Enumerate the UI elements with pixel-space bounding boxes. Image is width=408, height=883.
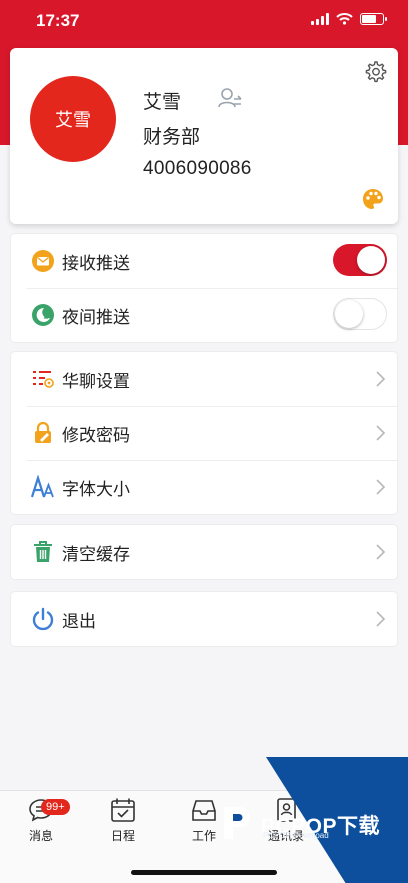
home-indicator <box>131 870 277 875</box>
chat-settings-label: 华聊设置 <box>62 371 130 391</box>
change-password-label: 修改密码 <box>62 425 130 445</box>
unread-badge: 99+ <box>41 799 70 815</box>
list-settings-icon <box>33 371 54 388</box>
moon-icon <box>32 304 54 326</box>
receive-push-toggle[interactable] <box>333 244 387 276</box>
gear-icon[interactable] <box>364 60 388 84</box>
logout-row[interactable]: 退出 <box>11 592 397 646</box>
power-icon <box>32 607 54 631</box>
profile-phone: 4006090086 <box>143 158 252 179</box>
chevron-right-icon <box>376 425 385 441</box>
receive-push-row[interactable]: 接收推送 <box>11 234 397 288</box>
profile-name: 艾雪 <box>143 92 182 113</box>
night-push-toggle[interactable] <box>333 298 387 330</box>
push-settings-group: 接收推送 夜间推送 <box>10 233 398 343</box>
clear-cache-row[interactable]: 清空缓存 <box>11 525 397 579</box>
calendar-icon <box>111 798 135 822</box>
lock-icon <box>35 421 51 443</box>
toggle-knob <box>357 246 385 274</box>
tab-messages[interactable]: 消息 99+ <box>11 797 71 844</box>
avatar[interactable]: 艾雪 <box>30 76 116 162</box>
watermark-logo-icon <box>224 807 250 839</box>
font-size-label: 字体大小 <box>62 479 130 499</box>
clear-cache-group: 清空缓存 <box>10 524 398 580</box>
mail-icon <box>32 250 54 272</box>
tray-icon <box>192 800 216 821</box>
logout-label: 退出 <box>62 611 96 631</box>
trash-icon <box>34 541 52 562</box>
tab-schedule-label: 日程 <box>110 829 135 843</box>
status-bar: 17:37 <box>0 0 408 44</box>
change-password-row[interactable]: 修改密码 <box>11 406 397 460</box>
tab-schedule[interactable]: 日程 <box>93 797 153 844</box>
logout-group: 退出 <box>10 591 398 647</box>
night-push-label: 夜间推送 <box>62 307 130 327</box>
toggle-knob <box>335 300 363 328</box>
watermark-sub: PCPOP Download <box>263 831 329 840</box>
night-push-row[interactable]: 夜间推送 <box>11 288 397 342</box>
profile-department: 财务部 <box>143 127 201 148</box>
clear-cache-label: 清空缓存 <box>62 544 130 564</box>
font-size-icon <box>31 475 54 498</box>
signal-icon <box>311 13 329 25</box>
status-icons <box>311 13 387 25</box>
general-settings-group: 华聊设置 修改密码 字体大小 <box>10 351 398 515</box>
palette-icon[interactable] <box>362 188 384 210</box>
chevron-right-icon <box>376 611 385 627</box>
chevron-right-icon <box>376 479 385 495</box>
battery-icon <box>360 13 387 25</box>
chat-settings-row[interactable]: 华聊设置 <box>11 352 397 406</box>
chevron-right-icon <box>376 371 385 387</box>
chevron-right-icon <box>376 544 385 560</box>
receive-push-label: 接收推送 <box>62 253 130 273</box>
status-time: 17:37 <box>36 11 80 30</box>
tab-messages-label: 消息 <box>28 829 53 843</box>
contact-switch-icon[interactable] <box>217 86 243 110</box>
font-size-row[interactable]: 字体大小 <box>11 460 397 514</box>
wifi-icon <box>336 13 353 25</box>
profile-card[interactable]: 艾雪 艾雪 财务部 4006090086 <box>10 48 398 224</box>
